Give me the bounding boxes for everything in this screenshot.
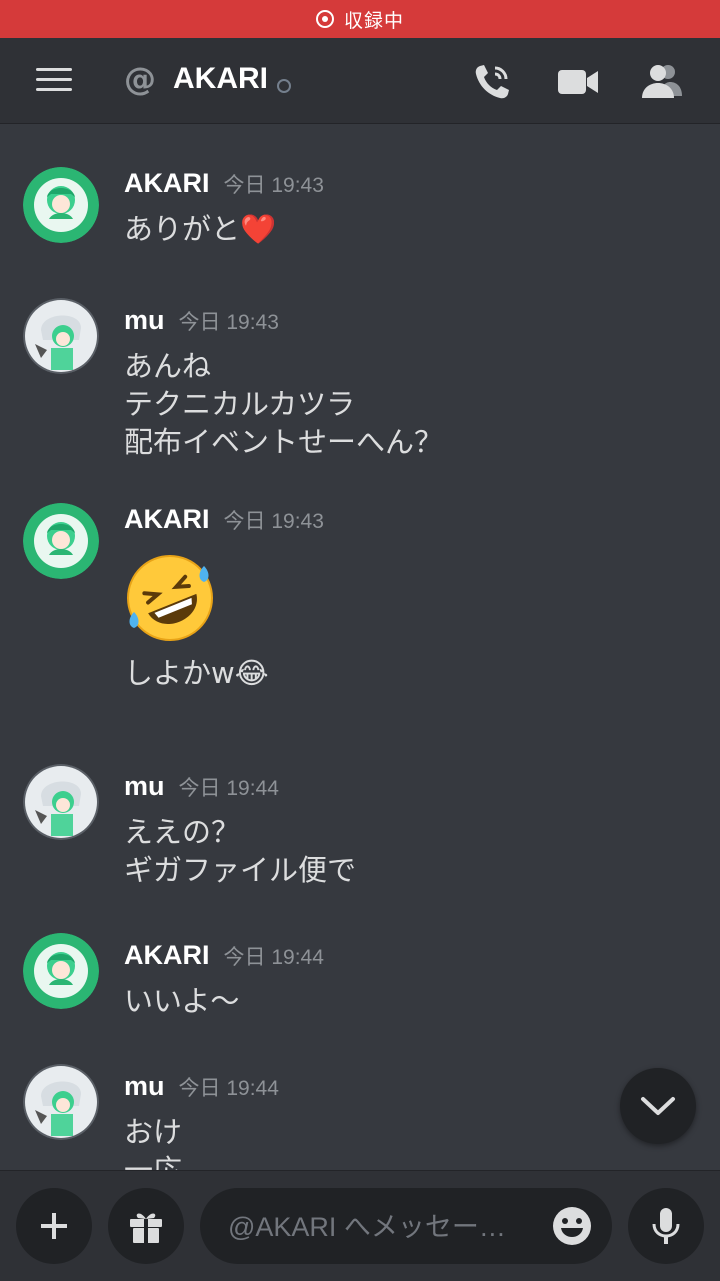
- rolling-laughing-emoji-icon: [127, 555, 213, 641]
- message-input-container[interactable]: [200, 1188, 612, 1264]
- recording-banner[interactable]: 収録中: [0, 0, 720, 38]
- avatar[interactable]: [23, 764, 99, 840]
- avatar[interactable]: [23, 503, 99, 579]
- message-timestamp: 今日 19:44: [223, 946, 324, 969]
- gift-icon: [130, 1213, 162, 1243]
- channel-header: @ AKARI: [0, 38, 720, 124]
- avatar[interactable]: [23, 167, 99, 243]
- message-author[interactable]: AKARI 今日 19:43: [124, 504, 324, 535]
- avatar[interactable]: [23, 933, 99, 1009]
- offline-status-icon: [277, 79, 291, 93]
- voice-message-button[interactable]: [628, 1188, 704, 1264]
- message-line: 配布イベントせーへん？: [124, 425, 444, 459]
- record-icon: [315, 10, 334, 28]
- message-line: あんね: [124, 349, 212, 383]
- video-call-icon[interactable]: [556, 60, 600, 104]
- message-text: おけ 一応: [124, 1113, 182, 1170]
- message-author[interactable]: mu 今日 19:43: [124, 305, 279, 336]
- add-attachment-button[interactable]: [16, 1188, 92, 1264]
- message-text: ありがと❤️: [124, 212, 277, 246]
- message-line: おけ: [124, 1115, 183, 1149]
- call-icon[interactable]: [470, 60, 514, 104]
- message-list[interactable]: AKARI 今日 19:43 ありがと❤️ mu 今日 19:43 あんね テクニカ…: [0, 124, 720, 1170]
- message-composer: [0, 1170, 720, 1281]
- emoji-picker-icon[interactable]: [552, 1206, 592, 1246]
- message-text: しよかw😂: [124, 656, 269, 690]
- message-text: ええの？ ギガファイル便で: [124, 813, 356, 889]
- message-timestamp: 今日 19:44: [178, 777, 279, 800]
- message-text: いいよ〜: [124, 984, 240, 1018]
- message-line: テクニカルカツラ: [124, 387, 356, 421]
- message-input[interactable]: [226, 1206, 530, 1248]
- gift-button[interactable]: [108, 1188, 184, 1264]
- members-icon[interactable]: [640, 60, 684, 104]
- message-author[interactable]: mu 今日 19:44: [124, 1071, 279, 1102]
- avatar[interactable]: [23, 1064, 99, 1140]
- chevron-down-icon: [641, 1097, 675, 1115]
- message-line: 一応: [124, 1153, 183, 1170]
- plus-icon: [41, 1213, 67, 1239]
- message-author[interactable]: mu 今日 19:44: [124, 771, 279, 802]
- message-timestamp: 今日 19:43: [223, 174, 324, 197]
- message-text: あんね テクニカルカツラ 配布イベントせーへん？: [124, 347, 443, 461]
- jump-to-latest-button[interactable]: [620, 1068, 696, 1144]
- message-author[interactable]: AKARI 今日 19:44: [124, 940, 324, 971]
- channel-title: AKARI: [173, 62, 268, 95]
- at-icon: @: [124, 60, 156, 98]
- message-timestamp: 今日 19:44: [178, 1077, 279, 1100]
- message-line: ギガファイル便で: [124, 853, 357, 887]
- message-timestamp: 今日 19:43: [178, 311, 279, 334]
- recording-label: 収録中: [343, 9, 404, 32]
- message-timestamp: 今日 19:43: [223, 510, 324, 533]
- avatar[interactable]: [23, 298, 99, 374]
- message-author[interactable]: AKARI 今日 19:43: [124, 168, 324, 199]
- menu-icon[interactable]: [36, 68, 72, 94]
- microphone-icon: [652, 1208, 680, 1244]
- message-line: ええの？: [124, 815, 241, 849]
